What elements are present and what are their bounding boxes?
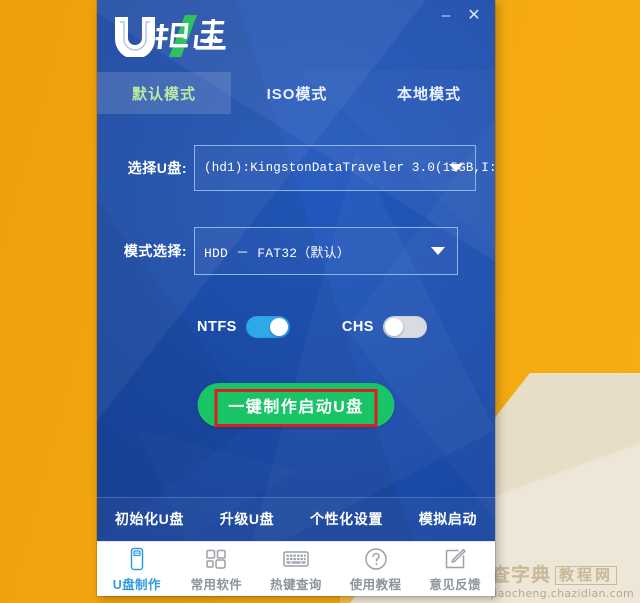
- usb-select-row: 选择U盘: (hd1):KingstonDataTraveler 3.0(15G…: [97, 145, 495, 191]
- nav-label-usb-make: U盘制作: [112, 577, 161, 592]
- watermark-tag: 教程网: [554, 566, 617, 585]
- nav-item-feedback[interactable]: 意见反馈: [417, 547, 493, 593]
- minimize-button[interactable]: –: [433, 4, 459, 26]
- watermark-name: 查字典: [490, 565, 551, 586]
- app-grid-icon: [204, 547, 228, 571]
- edit-pencil-icon: [443, 547, 467, 571]
- link-init-usb[interactable]: 初始化U盘: [115, 509, 184, 529]
- mode-select-row: 模式选择: HDD － FAT32（默认）: [97, 227, 495, 275]
- u-jisu-app-window: – ✕ 默认模式 ISO模式 本地模式 选择U盘: (hd1):Kingston…: [97, 0, 495, 596]
- tab-default-mode[interactable]: 默认模式: [97, 72, 231, 114]
- site-watermark: 查字典 教程网 jiaocheng.chazidian.com: [491, 566, 634, 599]
- nav-item-hotkey-query[interactable]: 热键查询: [258, 547, 334, 593]
- keyboard-icon: [283, 547, 309, 571]
- tab-iso-mode[interactable]: ISO模式: [231, 72, 363, 114]
- nav-label-hotkey-query: 热键查询: [270, 577, 322, 592]
- usb-drive-icon: [126, 547, 148, 571]
- usb-select-label: 选择U盘:: [127, 160, 187, 176]
- chevron-down-icon: [449, 164, 463, 172]
- make-bootable-usb-label: 一键制作启动U盘: [228, 399, 364, 416]
- bottom-navigation-bar: U盘制作 常用软件 热键查询 使用教程 意见反馈: [97, 541, 495, 596]
- nav-label-common-software: 常用软件: [190, 577, 243, 592]
- watermark-url: jiaocheng.chazidian.com: [490, 587, 634, 600]
- window-controls: – ✕: [433, 4, 487, 26]
- secondary-links-row: 初始化U盘 升级U盘 个性化设置 模拟启动: [97, 497, 495, 541]
- ntfs-toggle[interactable]: [245, 316, 290, 338]
- usb-select-dropdown[interactable]: (hd1):KingstonDataTraveler 3.0(15GB,I:): [194, 145, 495, 191]
- tab-local-mode[interactable]: 本地模式: [363, 72, 495, 114]
- chs-label: CHS: [341, 319, 374, 335]
- app-logo: [111, 15, 239, 57]
- chs-toggle[interactable]: [382, 316, 427, 338]
- question-circle-icon: [364, 547, 388, 571]
- mode-select-value: HDD － FAT32（默认）: [204, 245, 351, 261]
- chs-toggle-group: CHS: [342, 316, 427, 338]
- watermark-logo-row: 查字典 教程网: [491, 566, 634, 585]
- ntfs-toggle-group: NTFS: [197, 316, 290, 338]
- link-personalize-settings[interactable]: 个性化设置: [310, 509, 383, 529]
- nav-item-usb-make[interactable]: U盘制作: [99, 547, 175, 593]
- mode-select-label: 模式选择:: [123, 243, 187, 259]
- chevron-down-icon: [431, 247, 445, 255]
- link-upgrade-usb[interactable]: 升级U盘: [220, 509, 275, 529]
- toggle-options-row: NTFS CHS: [97, 312, 495, 342]
- toggle-knob: [269, 318, 288, 336]
- mode-tab-bar: 默认模式 ISO模式 本地模式: [97, 72, 495, 114]
- toggle-knob: [384, 318, 403, 336]
- u-jisu-logo-icon: [115, 15, 226, 57]
- nav-label-feedback: 意见反馈: [429, 577, 481, 592]
- nav-label-user-guide: 使用教程: [349, 577, 402, 592]
- make-bootable-usb-button[interactable]: 一键制作启动U盘: [197, 383, 395, 427]
- nav-item-user-guide[interactable]: 使用教程: [338, 547, 414, 593]
- nav-item-common-software[interactable]: 常用软件: [178, 547, 254, 593]
- ntfs-label: NTFS: [197, 319, 237, 335]
- close-button[interactable]: ✕: [461, 4, 487, 26]
- title-bar: – ✕: [97, 0, 495, 72]
- mode-select-dropdown[interactable]: HDD － FAT32（默认）: [194, 227, 458, 275]
- link-simulate-boot[interactable]: 模拟启动: [419, 509, 477, 529]
